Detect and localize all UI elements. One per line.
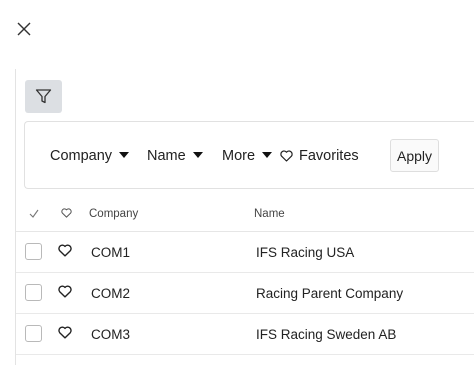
caret-down-icon — [192, 152, 203, 158]
caret-down-icon — [119, 152, 130, 158]
caret-down-icon — [262, 152, 273, 158]
heart-icon[interactable] — [58, 326, 72, 342]
heart-icon[interactable] — [58, 244, 72, 260]
heart-icon[interactable] — [58, 285, 72, 301]
company-filter-dropdown[interactable]: Company — [50, 146, 130, 166]
row-checkbox[interactable] — [25, 325, 42, 342]
filter-toggle-button[interactable] — [25, 80, 62, 113]
close-icon — [17, 22, 31, 36]
table-row[interactable]: COM2 Racing Parent Company — [16, 273, 474, 314]
column-header-name[interactable]: Name — [254, 208, 285, 220]
column-header-company[interactable]: Company — [89, 208, 138, 220]
cell-name: IFS Racing Sweden AB — [256, 327, 397, 342]
check-icon[interactable] — [29, 209, 39, 221]
cell-company: COM1 — [91, 245, 131, 260]
cell-name: Racing Parent Company — [256, 286, 404, 301]
favorites-label: Favorites — [299, 148, 359, 164]
table-row[interactable]: COM3 IFS Racing Sweden AB — [16, 314, 474, 355]
cell-company: COM2 — [91, 286, 131, 301]
more-filter-dropdown[interactable]: More — [222, 146, 273, 166]
close-button[interactable] — [17, 22, 31, 36]
heart-icon — [280, 150, 293, 162]
apply-button[interactable]: Apply — [390, 139, 439, 172]
heart-icon[interactable] — [61, 208, 72, 221]
table-row[interactable]: COM1 IFS Racing USA — [16, 232, 474, 273]
grid-header: Company Name — [16, 197, 474, 232]
cell-name: IFS Racing USA — [256, 245, 355, 260]
favorites-filter[interactable]: Favorites — [280, 146, 359, 166]
list-panel: Company Name More Favorites Apply Compan… — [15, 69, 474, 365]
row-checkbox[interactable] — [25, 284, 42, 301]
more-filter-label: More — [222, 148, 256, 164]
row-checkbox[interactable] — [25, 243, 42, 260]
filter-funnel-icon — [35, 89, 52, 104]
company-filter-label: Company — [50, 148, 113, 164]
name-filter-dropdown[interactable]: Name — [147, 146, 203, 166]
name-filter-label: Name — [147, 148, 186, 164]
cell-company: COM3 — [91, 327, 131, 342]
filter-bar: Company Name More Favorites Apply — [24, 121, 474, 189]
